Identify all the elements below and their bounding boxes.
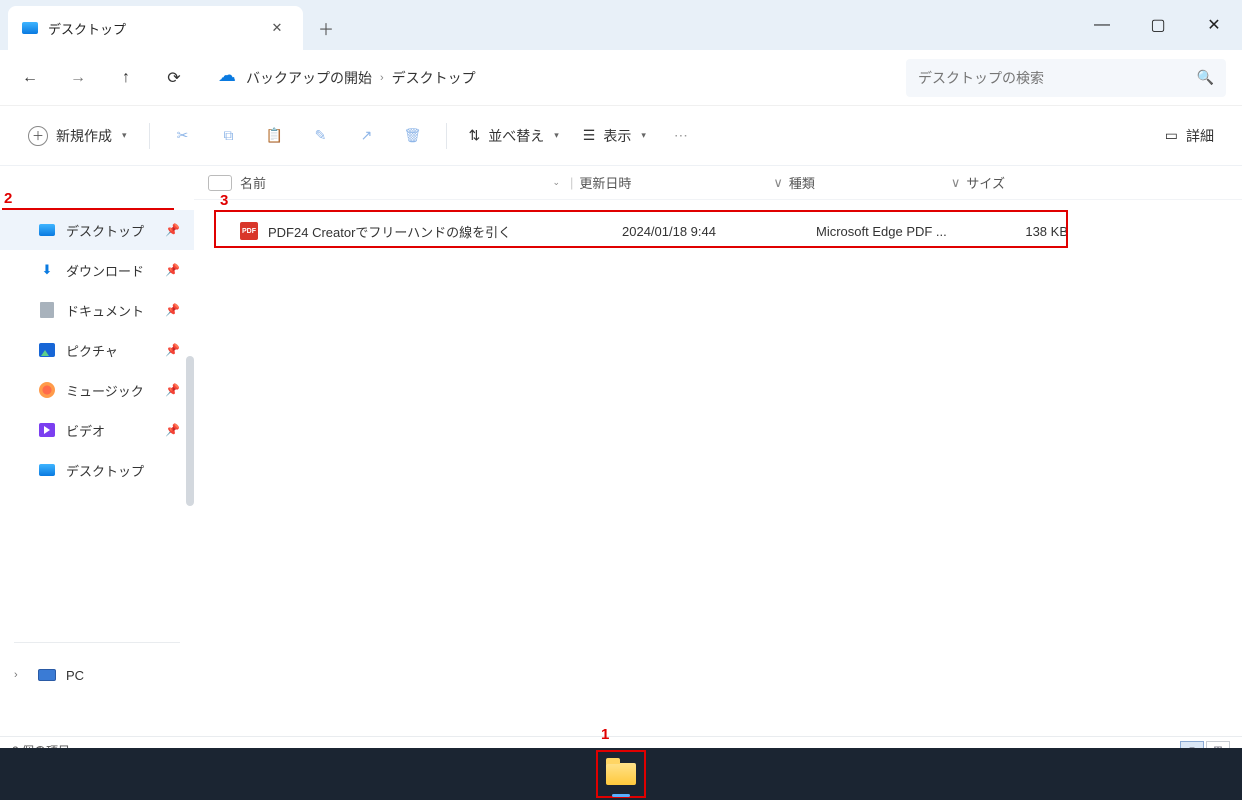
chevron-right-icon: › [380, 72, 384, 84]
column-headers: 名前 ⌄ | 更新日時 ∨ 種類 ∨ サイズ [194, 166, 1242, 200]
select-all-checkbox[interactable] [208, 175, 232, 191]
video-icon [39, 423, 55, 437]
chevron-right-icon[interactable]: › [14, 669, 18, 681]
sidebar-item-pictures[interactable]: ピクチャ 📌 [0, 330, 194, 370]
address-bar: ← → ↑ ⟳ バックアップの開始 › デスクトップ 🔍 [0, 50, 1242, 106]
toolbar: ＋ 新規作成 ▾ ✂ ⧉ 📋 ✎ ↗ 🗑 ⇅ 並べ替え ▾ ☰ 表示 ▾ ⋯ ▭… [0, 106, 1242, 166]
sidebar-item-desktop[interactable]: デスクトップ 📌 [0, 210, 194, 250]
title-bar: デスクトップ ✕ ＋ — ▢ ✕ [0, 0, 1242, 50]
sort-icon: ⇅ [469, 127, 481, 144]
document-icon [40, 302, 54, 318]
window-tab[interactable]: デスクトップ ✕ [8, 6, 303, 50]
close-window-button[interactable]: ✕ [1186, 0, 1242, 50]
rename-button[interactable]: ✎ [300, 117, 342, 155]
search-box[interactable]: 🔍 [906, 59, 1226, 97]
pin-icon[interactable]: 📌 [165, 343, 180, 357]
file-row[interactable]: PDF PDF24 Creatorでフリーハンドの線を引く 2024/01/18… [194, 210, 1242, 252]
search-icon: 🔍 [1197, 69, 1214, 86]
pin-icon[interactable]: 📌 [165, 263, 180, 277]
desktop-icon [39, 224, 55, 236]
breadcrumb-current[interactable]: デスクトップ [392, 68, 476, 88]
back-button[interactable]: ← [8, 58, 52, 98]
sidebar-item-documents[interactable]: ドキュメント 📌 [0, 290, 194, 330]
sidebar-scrollbar[interactable] [186, 356, 194, 506]
sidebar-item-label: ピクチャ [66, 341, 118, 360]
tab-title: デスクトップ [48, 19, 126, 38]
taskbar: 1 [0, 748, 1242, 800]
file-list: 名前 ⌄ | 更新日時 ∨ 種類 ∨ サイズ 3 PDF PDF24 Creat… [194, 166, 1242, 736]
sidebar-item-desktop-2[interactable]: デスクトップ [0, 450, 194, 490]
cut-button[interactable]: ✂ [162, 117, 204, 155]
pdf-icon: PDF [240, 222, 258, 240]
sidebar-item-label: デスクトップ [66, 461, 144, 480]
new-tab-button[interactable]: ＋ [309, 6, 343, 50]
up-button[interactable]: ↑ [104, 58, 148, 98]
pin-icon[interactable]: 📌 [165, 383, 180, 397]
desktop-icon [22, 22, 38, 34]
sidebar-item-label: PC [66, 668, 84, 683]
column-header-type[interactable]: 種類 [789, 173, 951, 192]
chevron-down-icon: ▾ [641, 130, 646, 141]
onedrive-icon [218, 71, 238, 85]
sidebar-item-pc[interactable]: › PC [0, 655, 194, 695]
refresh-button[interactable]: ⟳ [152, 58, 196, 98]
file-size: 138 KB [978, 224, 1086, 239]
pin-icon[interactable]: 📌 [165, 223, 180, 237]
view-button[interactable]: ☰ 表示 ▾ [573, 117, 656, 155]
more-button[interactable]: ⋯ [660, 117, 702, 155]
details-icon: ▭ [1165, 127, 1178, 144]
plus-icon: ＋ [28, 126, 48, 146]
forward-button[interactable]: → [56, 58, 100, 98]
sidebar-item-label: ビデオ [66, 421, 105, 440]
minimize-button[interactable]: — [1074, 0, 1130, 50]
sidebar-item-videos[interactable]: ビデオ 📌 [0, 410, 194, 450]
pc-icon [38, 669, 56, 681]
view-icon: ☰ [583, 127, 596, 144]
paste-button[interactable]: 📋 [254, 117, 296, 155]
column-header-date[interactable]: 更新日時 [579, 173, 773, 192]
pictures-icon [39, 343, 55, 357]
file-date: 2024/01/18 9:44 [622, 224, 816, 239]
sidebar-item-label: ダウンロード [66, 261, 144, 280]
desktop-icon [39, 464, 55, 476]
maximize-button[interactable]: ▢ [1130, 0, 1186, 50]
annotation-number-3: 3 [220, 192, 228, 209]
sidebar-item-label: デスクトップ [66, 221, 144, 240]
file-type: Microsoft Edge PDF ... [816, 224, 978, 239]
taskbar-explorer-button[interactable] [600, 753, 642, 795]
folder-icon [606, 763, 636, 785]
sidebar-item-downloads[interactable]: ⬇ ダウンロード 📌 [0, 250, 194, 290]
details-pane-button[interactable]: ▭ 詳細 [1155, 117, 1224, 155]
pin-icon[interactable]: 📌 [165, 423, 180, 437]
navigation-pane: 2 デスクトップ 📌 ⬇ ダウンロード 📌 ドキュメント 📌 ピクチャ 📌 ミュ… [0, 166, 194, 736]
new-button[interactable]: ＋ 新規作成 ▾ [18, 117, 137, 155]
column-header-size[interactable]: サイズ [966, 173, 1074, 192]
sidebar-item-label: ドキュメント [66, 301, 144, 320]
chevron-down-icon: ▾ [554, 130, 559, 141]
annotation-number-1: 1 [601, 726, 609, 743]
copy-button[interactable]: ⧉ [208, 117, 250, 155]
chevron-down-icon: ▾ [122, 130, 127, 141]
sidebar-item-music[interactable]: ミュージック 📌 [0, 370, 194, 410]
column-header-name[interactable]: 名前 ⌄ [240, 173, 570, 192]
annotation-number-2: 2 [4, 190, 12, 207]
file-name: PDF24 Creatorでフリーハンドの線を引く [268, 222, 622, 241]
share-button[interactable]: ↗ [346, 117, 388, 155]
download-icon: ⬇ [38, 261, 56, 279]
sort-button[interactable]: ⇅ 並べ替え ▾ [459, 117, 569, 155]
breadcrumb-backup[interactable]: バックアップの開始 [246, 68, 372, 88]
search-input[interactable] [918, 70, 1197, 86]
close-tab-button[interactable]: ✕ [263, 14, 291, 42]
main-area: 2 デスクトップ 📌 ⬇ ダウンロード 📌 ドキュメント 📌 ピクチャ 📌 ミュ… [0, 166, 1242, 736]
breadcrumb[interactable]: バックアップの開始 › デスクトップ [210, 59, 892, 97]
pin-icon[interactable]: 📌 [165, 303, 180, 317]
music-icon [39, 382, 55, 398]
delete-button[interactable]: 🗑 [392, 117, 434, 155]
sidebar-item-label: ミュージック [66, 381, 144, 400]
chevron-down-icon[interactable]: ⌄ [552, 177, 560, 188]
